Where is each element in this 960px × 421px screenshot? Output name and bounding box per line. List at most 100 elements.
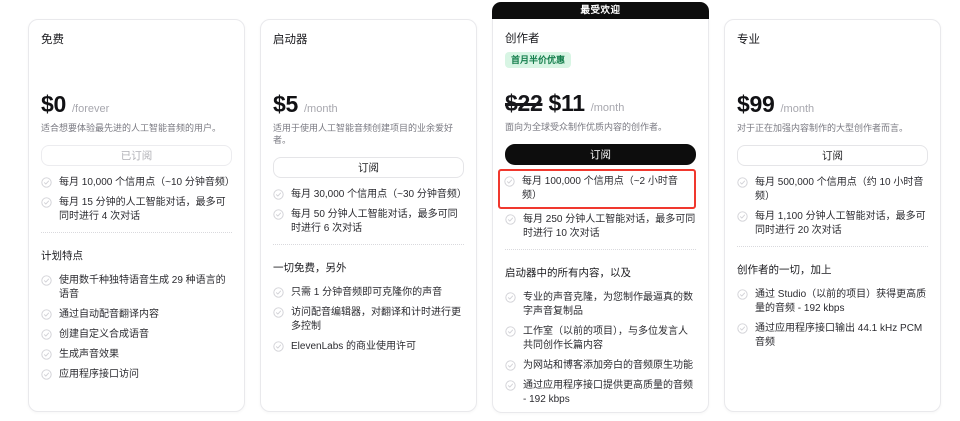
plan-card-starter: 启动器 $5 /month 适用于使用人工智能音频创建项目的业余爱好者。 订阅 …: [260, 19, 477, 412]
feature-text: 每月 100,000 个信用点（~2 小时音频）: [522, 176, 678, 201]
plan-card-pro: 专业 $99 /month 对于正在加强内容制作的大型创作者而言。 订阅 每月 …: [724, 19, 941, 412]
check-circle-icon: [505, 326, 516, 337]
feature-text: 生成声音效果: [59, 349, 119, 360]
old-price: $22: [505, 90, 543, 116]
plan-feature-list: 使用数千种独特语音生成 29 种语言的语音 通过自动配音翻译内容 创建自定义合成…: [41, 274, 232, 382]
highlighted-feature-item: 每月 100,000 个信用点（~2 小时音频）: [498, 169, 696, 209]
feature-text: 每月 500,000 个信用点（约 10 小时音频）: [755, 177, 924, 202]
feature-item: 每月 15 分钟的人工智能对话，最多可同时进行 4 次对话: [41, 196, 232, 224]
feature-text: 通过自动配音翻译内容: [59, 309, 159, 320]
feature-text: 为网站和博客添加旁白的音频原生功能: [523, 360, 693, 371]
check-circle-icon: [273, 287, 284, 298]
check-circle-icon: [273, 209, 284, 220]
feature-text: 通过 Studio（以前的项目）获得更高质量的音频 - 192 kbps: [755, 289, 927, 314]
plan-feature-list: 通过 Studio（以前的项目）获得更高质量的音频 - 192 kbps 通过应…: [737, 288, 928, 350]
subscribe-button[interactable]: 订阅: [273, 157, 464, 178]
feature-item: 每月 1,100 分钟人工智能对话，最多可同时进行 20 次对话: [737, 210, 928, 238]
feature-item: 只需 1 分钟音频即可克隆你的声音: [273, 286, 464, 300]
plan-name: 启动器: [273, 34, 308, 46]
check-circle-icon: [505, 214, 516, 225]
check-circle-icon: [273, 341, 284, 352]
usage-feature-list: 每月 500,000 个信用点（约 10 小时音频） 每月 1,100 分钟人工…: [737, 176, 928, 238]
card-free: 免费 $0 /forever 适合想要体验最先进的人工智能音频的用户。 已订阅 …: [28, 19, 245, 412]
check-circle-icon: [737, 323, 748, 334]
price: $0: [41, 91, 66, 117]
check-circle-icon: [737, 211, 748, 222]
feature-item: 访问配音编辑器，对翻译和计时进行更多控制: [273, 306, 464, 334]
check-circle-icon: [737, 289, 748, 300]
check-circle-icon: [273, 307, 284, 318]
feature-item: 通过应用程序接口提供更高质量的音频 - 192 kbps: [505, 379, 696, 407]
plan-name: 创作者: [505, 33, 540, 45]
badge-slot: [41, 48, 232, 92]
feature-text: 专业的声音克隆，为您制作最逼真的数字声音复制品: [523, 292, 693, 317]
subscribe-button[interactable]: 订阅: [737, 145, 928, 166]
feature-text: 创建自定义合成语音: [59, 329, 149, 340]
check-circle-icon: [41, 349, 52, 360]
divider: [505, 249, 696, 250]
feature-item: 通过自动配音翻译内容: [41, 308, 232, 322]
billing-period: /month: [303, 103, 338, 115]
feature-item: 专业的声音克隆，为您制作最逼真的数字声音复制品: [505, 291, 696, 319]
billing-period: /month: [590, 102, 625, 114]
price-line: $22 $11 /month: [505, 91, 696, 115]
feature-text: 应用程序接口访问: [59, 369, 139, 380]
feature-item: 创建自定义合成语音: [41, 328, 232, 342]
check-circle-icon: [504, 176, 515, 187]
promo-badge: 首月半价优惠: [505, 52, 572, 68]
badge-slot: [737, 48, 928, 92]
feature-item: 应用程序接口访问: [41, 368, 232, 382]
features-section-title: 创作者的一切，加上: [737, 264, 832, 276]
subscribe-button[interactable]: 订阅: [505, 144, 696, 165]
divider: [273, 244, 464, 245]
feature-item: 每月 30,000 个信用点（~30 分钟音频）: [273, 188, 467, 202]
feature-text: 工作室（以前的项目），与多位发言人共同创作长篇内容: [523, 326, 688, 351]
feature-item: 工作室（以前的项目），与多位发言人共同创作长篇内容: [505, 325, 696, 353]
divider: [41, 232, 232, 233]
price: $5: [273, 91, 298, 117]
feature-text: 通过应用程序接口输出 44.1 kHz PCM 音频: [755, 323, 923, 348]
features-section-title: 启动器中的所有内容，以及: [505, 267, 631, 279]
plan-feature-list: 专业的声音克隆，为您制作最逼真的数字声音复制品 工作室（以前的项目），与多位发言…: [505, 291, 696, 407]
feature-item: 通过应用程序接口输出 44.1 kHz PCM 音频: [737, 322, 928, 350]
feature-item: 每月 500,000 个信用点（约 10 小时音频）: [737, 176, 928, 204]
check-circle-icon: [41, 275, 52, 286]
check-circle-icon: [41, 177, 52, 188]
badge-slot: 首月半价优惠: [505, 47, 696, 91]
plan-feature-list: 只需 1 分钟音频即可克隆你的声音 访问配音编辑器，对翻译和计时进行更多控制 E…: [273, 286, 464, 354]
check-circle-icon: [41, 197, 52, 208]
usage-feature-list: 每月 10,000 个信用点（~10 分钟音频） 每月 15 分钟的人工智能对话…: [41, 176, 235, 224]
feature-item: 生成声音效果: [41, 348, 232, 362]
most-popular-banner: 最受欢迎: [492, 2, 709, 19]
feature-item: 为网站和博客添加旁白的音频原生功能: [505, 359, 696, 373]
plan-name: 专业: [737, 34, 760, 46]
check-circle-icon: [41, 309, 52, 320]
plan-name: 免费: [41, 34, 64, 46]
feature-text: 访问配音编辑器，对翻译和计时进行更多控制: [291, 307, 461, 332]
divider: [737, 246, 928, 247]
feature-text: 每月 1,100 分钟人工智能对话，最多可同时进行 20 次对话: [755, 211, 926, 236]
check-circle-icon: [505, 292, 516, 303]
feature-text: 每月 50 分钟人工智能对话，最多可同时进行 6 次对话: [291, 209, 458, 234]
feature-text: 只需 1 分钟音频即可克隆你的声音: [291, 287, 443, 298]
feature-text: 使用数千种独特语音生成 29 种语言的语音: [59, 275, 226, 300]
card-creator: 创作者 首月半价优惠 $22 $11 /month 面向为全球受众制作优质内容的…: [492, 19, 709, 413]
price-line: $5 /month: [273, 92, 464, 116]
check-circle-icon: [505, 360, 516, 371]
check-circle-icon: [41, 369, 52, 380]
badge-slot: [273, 48, 464, 92]
price-line: $99 /month: [737, 92, 928, 116]
subscribed-button[interactable]: 已订阅: [41, 145, 232, 166]
plan-card-free: 免费 $0 /forever 适合想要体验最先进的人工智能音频的用户。 已订阅 …: [28, 19, 245, 412]
price: $99: [737, 91, 775, 117]
feature-item: 每月 50 分钟人工智能对话，最多可同时进行 6 次对话: [273, 208, 464, 236]
feature-item: 每月 10,000 个信用点（~10 分钟音频）: [41, 176, 235, 190]
plan-description: 适合想要体验最先进的人工智能音频的用户。: [41, 123, 222, 133]
feature-item: 使用数千种独特语音生成 29 种语言的语音: [41, 274, 232, 302]
card-starter: 启动器 $5 /month 适用于使用人工智能音频创建项目的业余爱好者。 订阅 …: [260, 19, 477, 412]
feature-text: 每月 30,000 个信用点（~30 分钟音频）: [291, 189, 467, 200]
plan-description: 适用于使用人工智能音频创建项目的业余爱好者。: [273, 123, 454, 145]
check-circle-icon: [737, 177, 748, 188]
feature-text: ElevenLabs 的商业使用许可: [291, 341, 417, 352]
feature-item: ElevenLabs 的商业使用许可: [273, 340, 464, 354]
